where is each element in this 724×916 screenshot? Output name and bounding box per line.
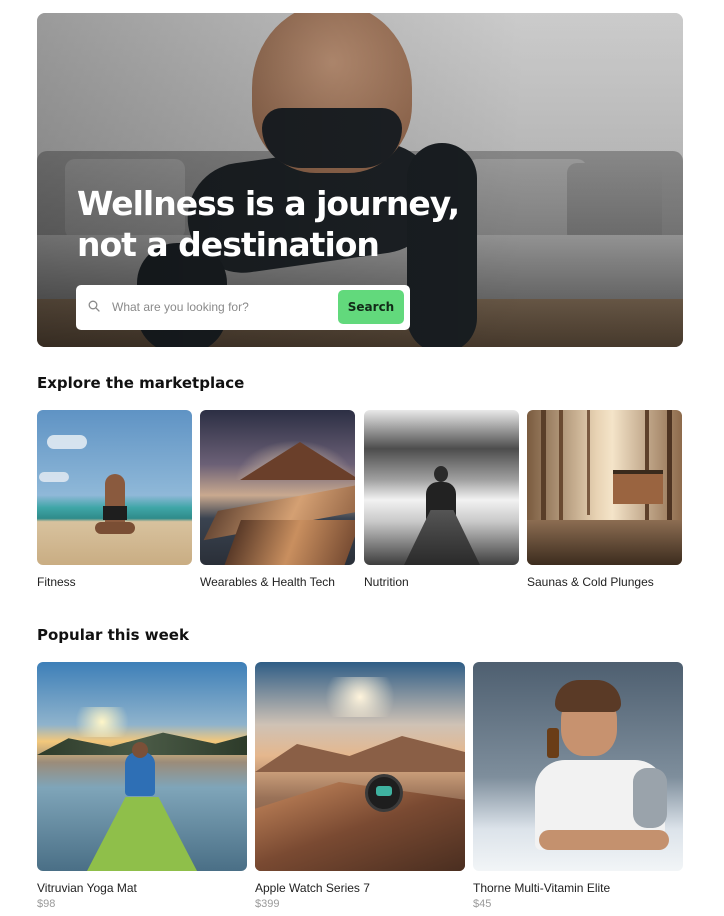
category-card-fitness[interactable]: [37, 410, 192, 565]
product-card-yoga-mat[interactable]: [37, 662, 247, 871]
category-label-nutrition: Nutrition: [364, 575, 409, 589]
hero-banner: Wellness is a journey, not a destination…: [37, 13, 683, 347]
category-label-saunas: Saunas & Cold Plunges: [527, 575, 654, 589]
search-bar: Search: [76, 285, 410, 330]
product-name-apple-watch: Apple Watch Series 7: [255, 881, 370, 895]
product-card-apple-watch[interactable]: [255, 662, 465, 871]
category-card-nutrition[interactable]: [364, 410, 519, 565]
search-input[interactable]: [112, 295, 332, 319]
category-label-wearables: Wearables & Health Tech: [200, 575, 335, 589]
hero-title: Wellness is a journey, not a destination: [77, 184, 460, 264]
category-card-saunas[interactable]: [527, 410, 682, 565]
product-name-thorne-multivitamin: Thorne Multi-Vitamin Elite: [473, 881, 611, 895]
product-price-thorne-multivitamin: $45: [473, 898, 492, 910]
product-name-yoga-mat: Vitruvian Yoga Mat: [37, 881, 137, 895]
product-card-thorne-multivitamin[interactable]: [473, 662, 683, 871]
category-card-wearables[interactable]: [200, 410, 355, 565]
product-price-apple-watch: $399: [255, 898, 280, 910]
search-button[interactable]: Search: [338, 290, 404, 324]
search-icon: [88, 300, 100, 312]
marketplace-title: Explore the marketplace: [37, 374, 245, 392]
category-label-fitness: Fitness: [37, 575, 76, 589]
product-price-yoga-mat: $98: [37, 898, 56, 910]
popular-title: Popular this week: [37, 626, 189, 644]
